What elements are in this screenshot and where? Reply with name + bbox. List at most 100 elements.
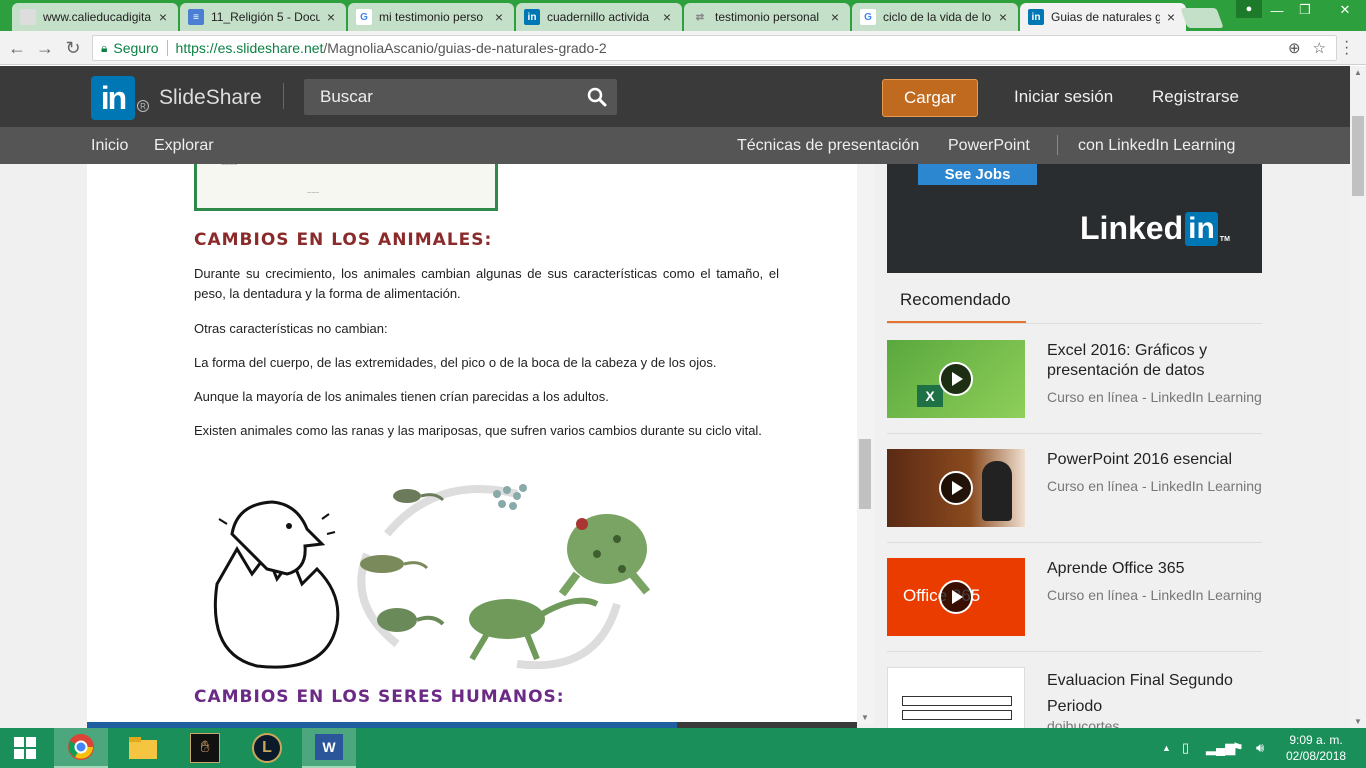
scrollbar-thumb[interactable] bbox=[859, 439, 871, 509]
page-scrollbar[interactable]: ▲ ▼ bbox=[1350, 66, 1366, 728]
chevron-up-icon[interactable]: ▲ bbox=[1354, 68, 1362, 77]
network-icon[interactable]: ▂▄▆ bbox=[1206, 740, 1235, 756]
forward-icon[interactable]: → bbox=[34, 37, 56, 59]
file-explorer-icon[interactable] bbox=[116, 728, 170, 768]
volume-icon[interactable]: 🔊︎ bbox=[1256, 740, 1264, 756]
ad-logo-text: Linked bbox=[1080, 210, 1184, 246]
play-icon[interactable] bbox=[939, 471, 973, 505]
close-icon[interactable]: × bbox=[492, 9, 506, 25]
tab-title: Guias de naturales g bbox=[1051, 10, 1160, 24]
tab-title: testimonio personal bbox=[715, 10, 820, 24]
tab-title: mi testimonio perso bbox=[379, 10, 484, 24]
address-bar[interactable]: 🔒︎ Seguro https://es.slideshare.net /Mag… bbox=[92, 35, 1337, 61]
recommended-item[interactable]: Evaluacion Final Segundo Periodo doibuco… bbox=[887, 652, 1262, 728]
nav-explore[interactable]: Explorar bbox=[154, 137, 214, 155]
league-of-legends-icon[interactable]: L bbox=[240, 728, 294, 768]
scrollbar-thumb[interactable] bbox=[1352, 116, 1364, 196]
close-icon[interactable]: × bbox=[996, 9, 1010, 25]
upload-button[interactable]: Cargar bbox=[882, 79, 978, 117]
paragraph: La forma del cuerpo, de las extremidades… bbox=[194, 355, 717, 370]
chevron-down-icon[interactable]: ▼ bbox=[1354, 717, 1362, 726]
nav-home[interactable]: Inicio bbox=[91, 137, 128, 155]
course-title[interactable]: Evaluacion Final Segundo Periodo bbox=[1047, 668, 1259, 720]
course-thumbnail[interactable] bbox=[887, 449, 1025, 527]
recommended-item[interactable]: X Excel 2016: Gráficos y presentación de… bbox=[887, 325, 1262, 434]
back-icon[interactable]: ← bbox=[6, 37, 28, 59]
divider bbox=[1057, 135, 1058, 155]
new-tab-button[interactable] bbox=[1180, 8, 1224, 28]
linkedin-logo[interactable]: in bbox=[91, 76, 135, 120]
reload-icon[interactable]: ↻ bbox=[62, 37, 84, 59]
chevron-down-icon[interactable]: ▼ bbox=[861, 713, 869, 722]
tab-recommended[interactable]: Recomendado bbox=[887, 282, 1026, 324]
close-icon[interactable]: × bbox=[660, 9, 674, 25]
zoom-icon[interactable]: ⊕ bbox=[1288, 39, 1301, 57]
url-path: /MagnoliaAscanio/guias-de-naturales-grad… bbox=[323, 40, 607, 56]
browser-tab[interactable]: ⇄ testimonio personal × bbox=[684, 3, 850, 31]
tab-title: 11_Religión 5 - Docu bbox=[211, 10, 320, 24]
document-thumbnail[interactable] bbox=[887, 667, 1025, 728]
slideshare-subnav: Inicio Explorar Técnicas de presentación… bbox=[0, 127, 1350, 164]
ad-logo-in: in bbox=[1185, 211, 1218, 246]
close-icon[interactable]: × bbox=[156, 9, 170, 25]
clock-time: 9:09 a. m. bbox=[1289, 733, 1343, 747]
brand-name[interactable]: SlideShare bbox=[159, 86, 262, 110]
previous-slide-image: ~~~~ ~~~ bbox=[194, 164, 498, 211]
battery-icon[interactable]: ▯ bbox=[1182, 740, 1189, 756]
search-placeholder: Buscar bbox=[320, 87, 373, 106]
close-icon[interactable]: × bbox=[1164, 9, 1178, 25]
slideshare-header: in R SlideShare Buscar Cargar Iniciar se… bbox=[0, 66, 1350, 127]
search-input[interactable]: Buscar bbox=[304, 79, 617, 115]
divider bbox=[166, 40, 168, 56]
document-viewer[interactable]: ~~~~ ~~~ CAMBIOS EN LOS ANIMALES: Durante… bbox=[87, 164, 857, 728]
course-thumbnail[interactable]: X bbox=[887, 340, 1025, 418]
system-clock[interactable]: 9:09 a. m. 02/08/2018 bbox=[1286, 732, 1346, 764]
linkedin-icon: in bbox=[1028, 9, 1044, 25]
close-window-icon[interactable]: ✕ bbox=[1330, 0, 1360, 20]
course-title[interactable]: Excel 2016: Gráficos y presentación de d… bbox=[1047, 341, 1259, 381]
form-field-graphic bbox=[902, 696, 1012, 706]
see-jobs-button[interactable]: See Jobs bbox=[918, 164, 1037, 185]
browser-tab[interactable]: G mi testimonio perso × bbox=[348, 3, 514, 31]
search-icon[interactable] bbox=[587, 87, 607, 107]
close-icon[interactable]: × bbox=[324, 9, 338, 25]
browser-tab[interactable]: in cuadernillo activida × bbox=[516, 3, 682, 31]
play-icon[interactable] bbox=[939, 362, 973, 396]
divider bbox=[887, 323, 1262, 324]
minimize-icon[interactable]: — bbox=[1262, 0, 1292, 20]
hatching-chick-drawing bbox=[213, 500, 340, 669]
show-hidden-icons[interactable]: ▲ bbox=[1162, 743, 1171, 753]
register-link[interactable]: Registrarse bbox=[1152, 87, 1239, 107]
windows-start-icon[interactable] bbox=[0, 728, 50, 768]
windows-taskbar: ✋︎ L W ▲ ▯ ▂▄▆ ⚑ 🔊︎ 9:09 a. m. 02/08/201… bbox=[0, 728, 1366, 768]
play-icon[interactable] bbox=[939, 580, 973, 614]
game-app-icon[interactable]: ✋︎ bbox=[178, 728, 232, 768]
login-link[interactable]: Iniciar sesión bbox=[1014, 87, 1113, 107]
word-taskbar-icon[interactable]: W bbox=[302, 728, 356, 768]
flag-icon[interactable]: ⚑ bbox=[1232, 740, 1244, 756]
chrome-taskbar-icon[interactable] bbox=[54, 728, 108, 768]
course-title[interactable]: Aprende Office 365 bbox=[1047, 559, 1259, 579]
restore-icon[interactable]: ❐ bbox=[1290, 0, 1320, 20]
recommended-item[interactable]: PowerPoint 2016 esencial Curso en línea … bbox=[887, 434, 1262, 543]
bookmark-star-icon[interactable]: ☆ bbox=[1313, 39, 1326, 57]
document-scrollbar[interactable]: ▼ bbox=[857, 164, 874, 724]
form-field-graphic bbox=[902, 710, 1012, 720]
nav-powerpoint[interactable]: PowerPoint bbox=[948, 137, 1030, 155]
lock-icon: 🔒︎ bbox=[101, 40, 108, 55]
linkedin-ad[interactable]: See Jobs Linked in TM bbox=[887, 164, 1262, 273]
course-thumbnail[interactable]: Office 365 bbox=[887, 558, 1025, 636]
browser-tab[interactable]: www.calieducadigita × bbox=[12, 3, 178, 31]
browser-tab[interactable]: ≡ 11_Religión 5 - Docu × bbox=[180, 3, 346, 31]
browser-tab-active[interactable]: in Guias de naturales g × bbox=[1020, 3, 1186, 31]
close-icon[interactable]: × bbox=[828, 9, 842, 25]
paragraph: Durante su crecimiento, los animales cam… bbox=[194, 266, 779, 301]
nav-presentation-tips[interactable]: Técnicas de presentación bbox=[737, 137, 919, 155]
user-icon[interactable]: ● bbox=[1236, 0, 1262, 18]
chrome-menu-icon[interactable]: · · · bbox=[1344, 34, 1349, 62]
course-title[interactable]: PowerPoint 2016 esencial bbox=[1047, 450, 1259, 470]
browser-tab[interactable]: G ciclo de la vida de lo × bbox=[852, 3, 1018, 31]
course-subtitle: Curso en línea - LinkedIn Learning bbox=[1047, 587, 1262, 603]
recommended-item[interactable]: Office 365 Aprende Office 365 Curso en l… bbox=[887, 543, 1262, 652]
nav-linkedin-learning[interactable]: con LinkedIn Learning bbox=[1078, 137, 1235, 155]
